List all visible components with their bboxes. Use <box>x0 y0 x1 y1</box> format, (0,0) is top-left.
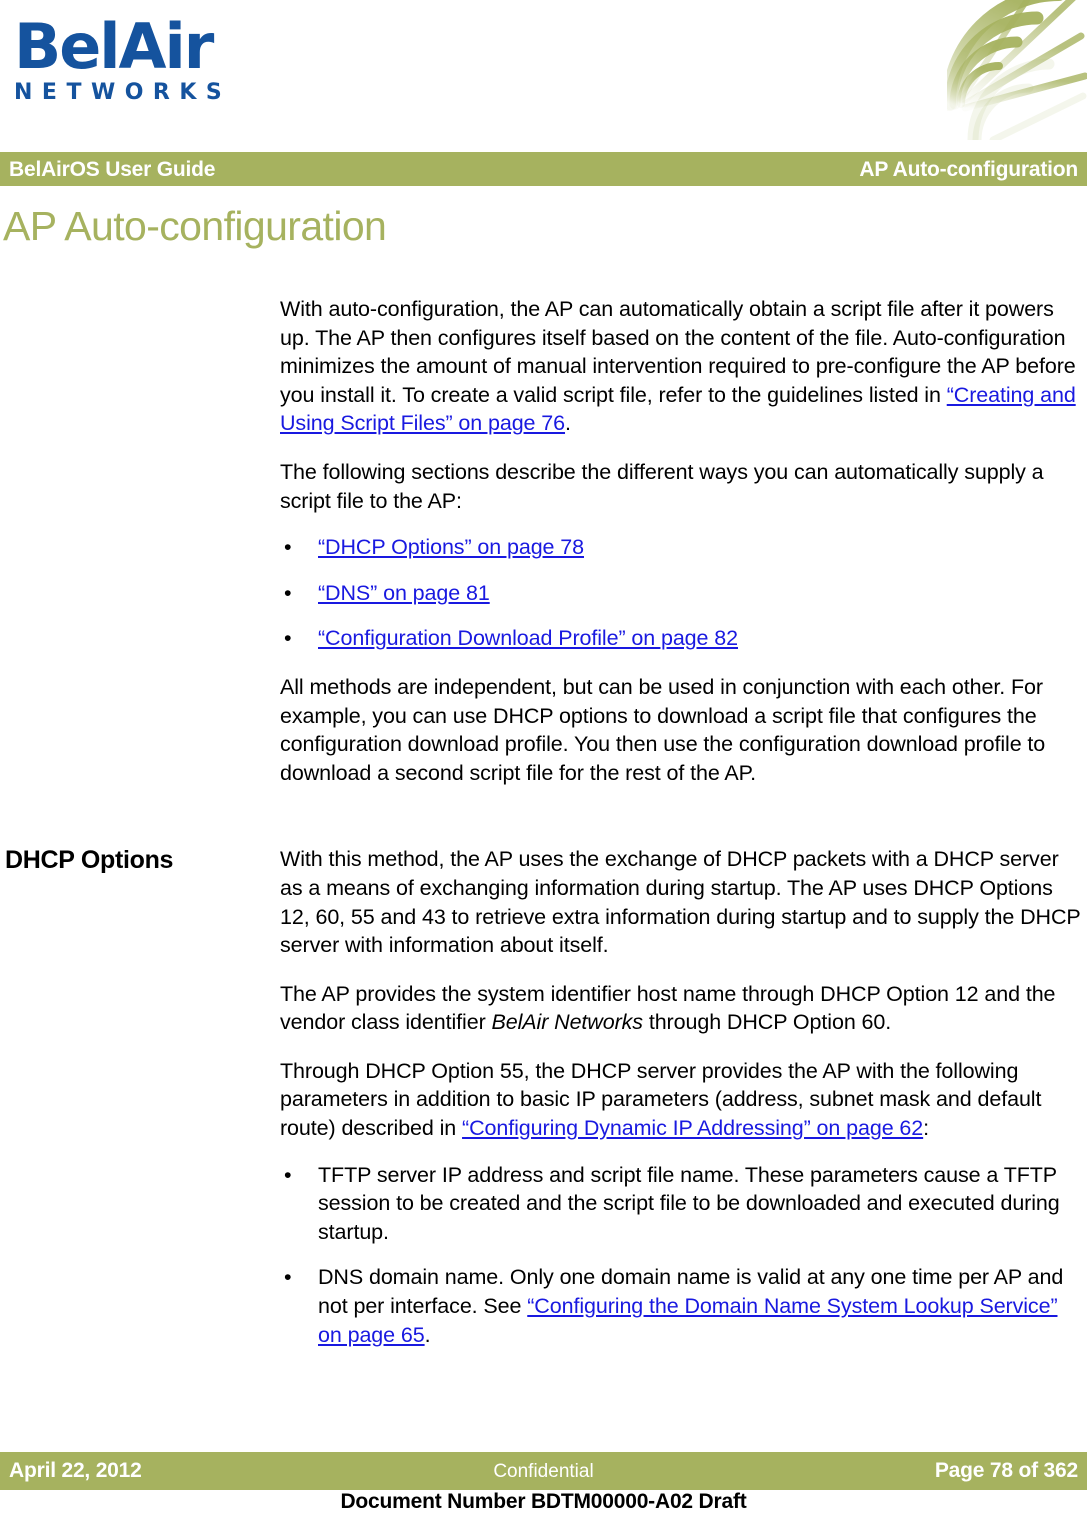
page-footer-bar: April 22, 2012 Confidential Page 78 of 3… <box>0 1452 1087 1490</box>
belair-logo: BelAir NETWORKS <box>14 16 274 106</box>
page-title: AP Auto-configuration <box>3 203 387 249</box>
dhcp-bullet-1-text: TFTP server IP address and script file n… <box>318 1162 1060 1244</box>
list-item: • “Configuration Download Profile” on pag… <box>280 624 1085 653</box>
bullet-marker-icon: • <box>284 580 292 605</box>
intro-row: With auto-configuration, the AP can auto… <box>0 295 1087 807</box>
intro-closing-paragraph: All methods are independent, but can be … <box>280 674 1046 785</box>
dhcp-paragraph-3: Through DHCP Option 55, the DHCP server … <box>280 1057 1085 1143</box>
gutter-empty <box>0 295 280 807</box>
section-heading-dhcp-options: DHCP Options <box>5 846 174 875</box>
header-chapter-title: AP Auto-configuration <box>859 158 1078 181</box>
section-links-list: • “DHCP Options” on page 78 • “DNS” on pag… <box>280 533 1085 653</box>
list-item: • DNS domain name. Only one domain name i… <box>280 1263 1085 1349</box>
bullet-marker-icon: • <box>284 535 292 560</box>
radiating-arcs-decoration-icon <box>947 0 1087 140</box>
vendor-class-identifier-value: BelAir Networks <box>491 1010 644 1035</box>
bullet-marker-icon: • <box>284 1162 292 1187</box>
dhcp-paragraph-2: The AP provides the system identifier ho… <box>280 980 1085 1037</box>
dhcp-options-gutter: DHCP Options <box>0 845 280 1369</box>
dhcp-p2-text-b: through DHCP Option 60. <box>642 1010 892 1035</box>
dhcp-p3-text-b: : <box>923 1116 930 1141</box>
dhcp-options-row: DHCP Options With this method, the AP us… <box>0 845 1087 1369</box>
xref-dhcp-options[interactable]: “DHCP Options” on page 78 <box>318 535 584 559</box>
intro-body: With auto-configuration, the AP can auto… <box>280 295 1087 807</box>
bullet-marker-icon: • <box>284 1265 292 1290</box>
dhcp-parameters-list: • TFTP server IP address and script file … <box>280 1161 1085 1350</box>
page-logo-area: BelAir NETWORKS <box>0 0 1087 152</box>
footer-classification: Confidential <box>493 1461 594 1482</box>
xref-configuration-download-profile[interactable]: “Configuration Download Profile” on page… <box>318 626 738 650</box>
intro-paragraph-1: With auto-configuration, the AP can auto… <box>280 295 1085 438</box>
bullet-marker-icon: • <box>284 626 292 651</box>
footer-document-number: Document Number BDTM00000-A02 Draft <box>340 1490 747 1513</box>
intro-paragraph-2: The following sections describe the diff… <box>280 459 1044 513</box>
intro-p1-text-b: . <box>565 411 571 436</box>
header-guide-title: BelAirOS User Guide <box>9 158 216 181</box>
list-item: • TFTP server IP address and script file … <box>280 1161 1085 1247</box>
dhcp-options-body: With this method, the AP uses the exchan… <box>280 845 1087 1369</box>
list-item: • “DHCP Options” on page 78 <box>280 533 1085 562</box>
list-item: • “DNS” on page 81 <box>280 579 1085 608</box>
xref-dns[interactable]: “DNS” on page 81 <box>318 581 490 605</box>
document-content: With auto-configuration, the AP can auto… <box>0 295 1087 1369</box>
dhcp-bullet-2-text-after: . <box>424 1322 431 1347</box>
footer-page-number: Page 78 of 362 <box>934 1459 1078 1482</box>
xref-configuring-dynamic-ip-addressing[interactable]: “Configuring Dynamic IP Addressing” on p… <box>462 1116 923 1140</box>
logo-subtext: NETWORKS <box>14 80 232 105</box>
running-header-bar: BelAirOS User Guide AP Auto-configuratio… <box>0 152 1087 186</box>
dhcp-paragraph-1: With this method, the AP uses the exchan… <box>280 847 1081 958</box>
logo-wordmark-text: BelAir <box>14 10 214 83</box>
